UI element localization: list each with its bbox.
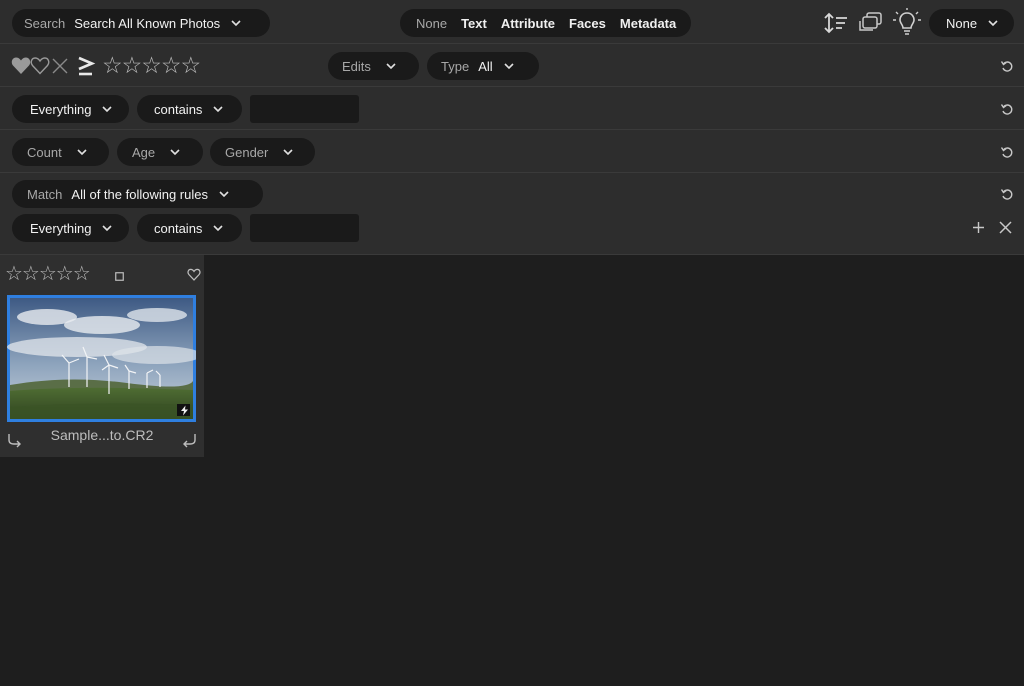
chevron-down-icon — [101, 103, 113, 115]
text-filter-row: Everything contains — [0, 87, 1024, 130]
match-value: All of the following rules — [71, 186, 208, 202]
photo-thumbnail-cell[interactable]: ☆☆☆☆☆ Sample...to.CR2 — [0, 255, 204, 457]
rule-field-value: Everything — [30, 220, 92, 236]
chevron-down-icon — [101, 222, 113, 234]
mode-faces[interactable]: Faces — [569, 16, 606, 31]
chevron-down-icon — [169, 146, 181, 158]
search-toolbar: Search Search All Known Photos None Text… — [0, 0, 1024, 44]
rule-field-select[interactable]: Everything — [12, 214, 129, 242]
heart-icon[interactable] — [30, 56, 50, 75]
type-select[interactable]: Type All — [427, 52, 539, 80]
age-select[interactable]: Age — [117, 138, 203, 166]
rule-value-input[interactable] — [250, 214, 359, 242]
chevron-down-icon — [212, 103, 224, 115]
reset-icon[interactable] — [1000, 145, 1014, 159]
rule-operator-select[interactable]: contains — [137, 214, 242, 242]
photo-grid-area — [204, 255, 1024, 686]
chevron-down-icon — [282, 146, 294, 158]
count-select[interactable]: Count — [12, 138, 109, 166]
thumbnail-rating-stars[interactable]: ☆☆☆☆☆ — [5, 261, 91, 286]
search-label: Search — [24, 15, 66, 31]
mode-none[interactable]: None — [416, 16, 447, 31]
text-operator-select[interactable]: contains — [137, 95, 242, 123]
reject-icon[interactable] — [51, 57, 69, 75]
heart-icon[interactable] — [187, 268, 201, 281]
mode-text[interactable]: Text — [461, 16, 487, 31]
match-label: Match — [27, 186, 63, 202]
text-field-value: Everything — [30, 101, 92, 117]
rule-operator-value: contains — [154, 220, 203, 236]
reset-icon[interactable] — [1000, 102, 1014, 116]
mode-attribute[interactable]: Attribute — [501, 16, 555, 31]
gender-select[interactable]: Gender — [210, 138, 315, 166]
text-search-input[interactable] — [250, 95, 359, 123]
photo-image[interactable] — [7, 295, 196, 422]
edits-label: Edits — [342, 58, 371, 74]
reset-icon[interactable] — [1000, 187, 1014, 201]
match-select[interactable]: Match All of the following rules — [12, 180, 263, 208]
checkbox-icon[interactable] — [115, 272, 124, 281]
plus-icon[interactable] — [972, 221, 985, 234]
search-scope-select[interactable]: Search Search All Known Photos — [12, 9, 270, 37]
chevron-down-icon — [212, 222, 224, 234]
edits-select[interactable]: Edits — [328, 52, 419, 80]
view-select-value: None — [946, 15, 978, 31]
thumbnail-filename: Sample...to.CR2 — [50, 427, 154, 443]
lightbulb-icon[interactable] — [892, 8, 922, 36]
rotate-right-icon[interactable] — [182, 432, 198, 448]
reset-icon[interactable] — [1000, 59, 1014, 73]
mode-metadata[interactable]: Metadata — [620, 16, 676, 31]
close-icon[interactable] — [999, 221, 1012, 234]
metadata-filter-row: Match All of the following rules Everyth… — [0, 173, 1024, 255]
greater-equal-icon[interactable] — [76, 55, 96, 77]
count-label: Count — [27, 144, 62, 160]
heart-filled-icon[interactable] — [11, 56, 31, 75]
chevron-down-icon — [230, 17, 242, 29]
text-operator-value: contains — [154, 101, 203, 117]
sort-icon[interactable] — [823, 12, 849, 34]
search-scope-value: Search All Known Photos — [74, 15, 221, 31]
chevron-down-icon — [76, 146, 88, 158]
view-select[interactable]: None — [929, 9, 1014, 37]
chevron-down-icon — [385, 60, 397, 72]
type-label: Type — [441, 58, 470, 74]
chevron-down-icon — [218, 188, 230, 200]
chevron-down-icon — [503, 60, 515, 72]
attribute-filter-row: ☆☆☆☆☆ Edits Type All — [0, 44, 1024, 119]
age-label: Age — [132, 144, 156, 160]
chevron-down-icon — [987, 17, 999, 29]
faces-filter-row: Count Age Gender — [0, 130, 1024, 173]
gender-label: Gender — [225, 144, 269, 160]
text-field-select[interactable]: Everything — [12, 95, 129, 123]
stack-icon[interactable] — [858, 11, 884, 33]
type-value: All — [478, 58, 493, 74]
search-mode-tabs: None Text Attribute Faces Metadata — [400, 9, 691, 37]
flash-icon — [181, 405, 188, 416]
rating-filter-stars[interactable]: ☆☆☆☆☆ — [102, 52, 201, 79]
